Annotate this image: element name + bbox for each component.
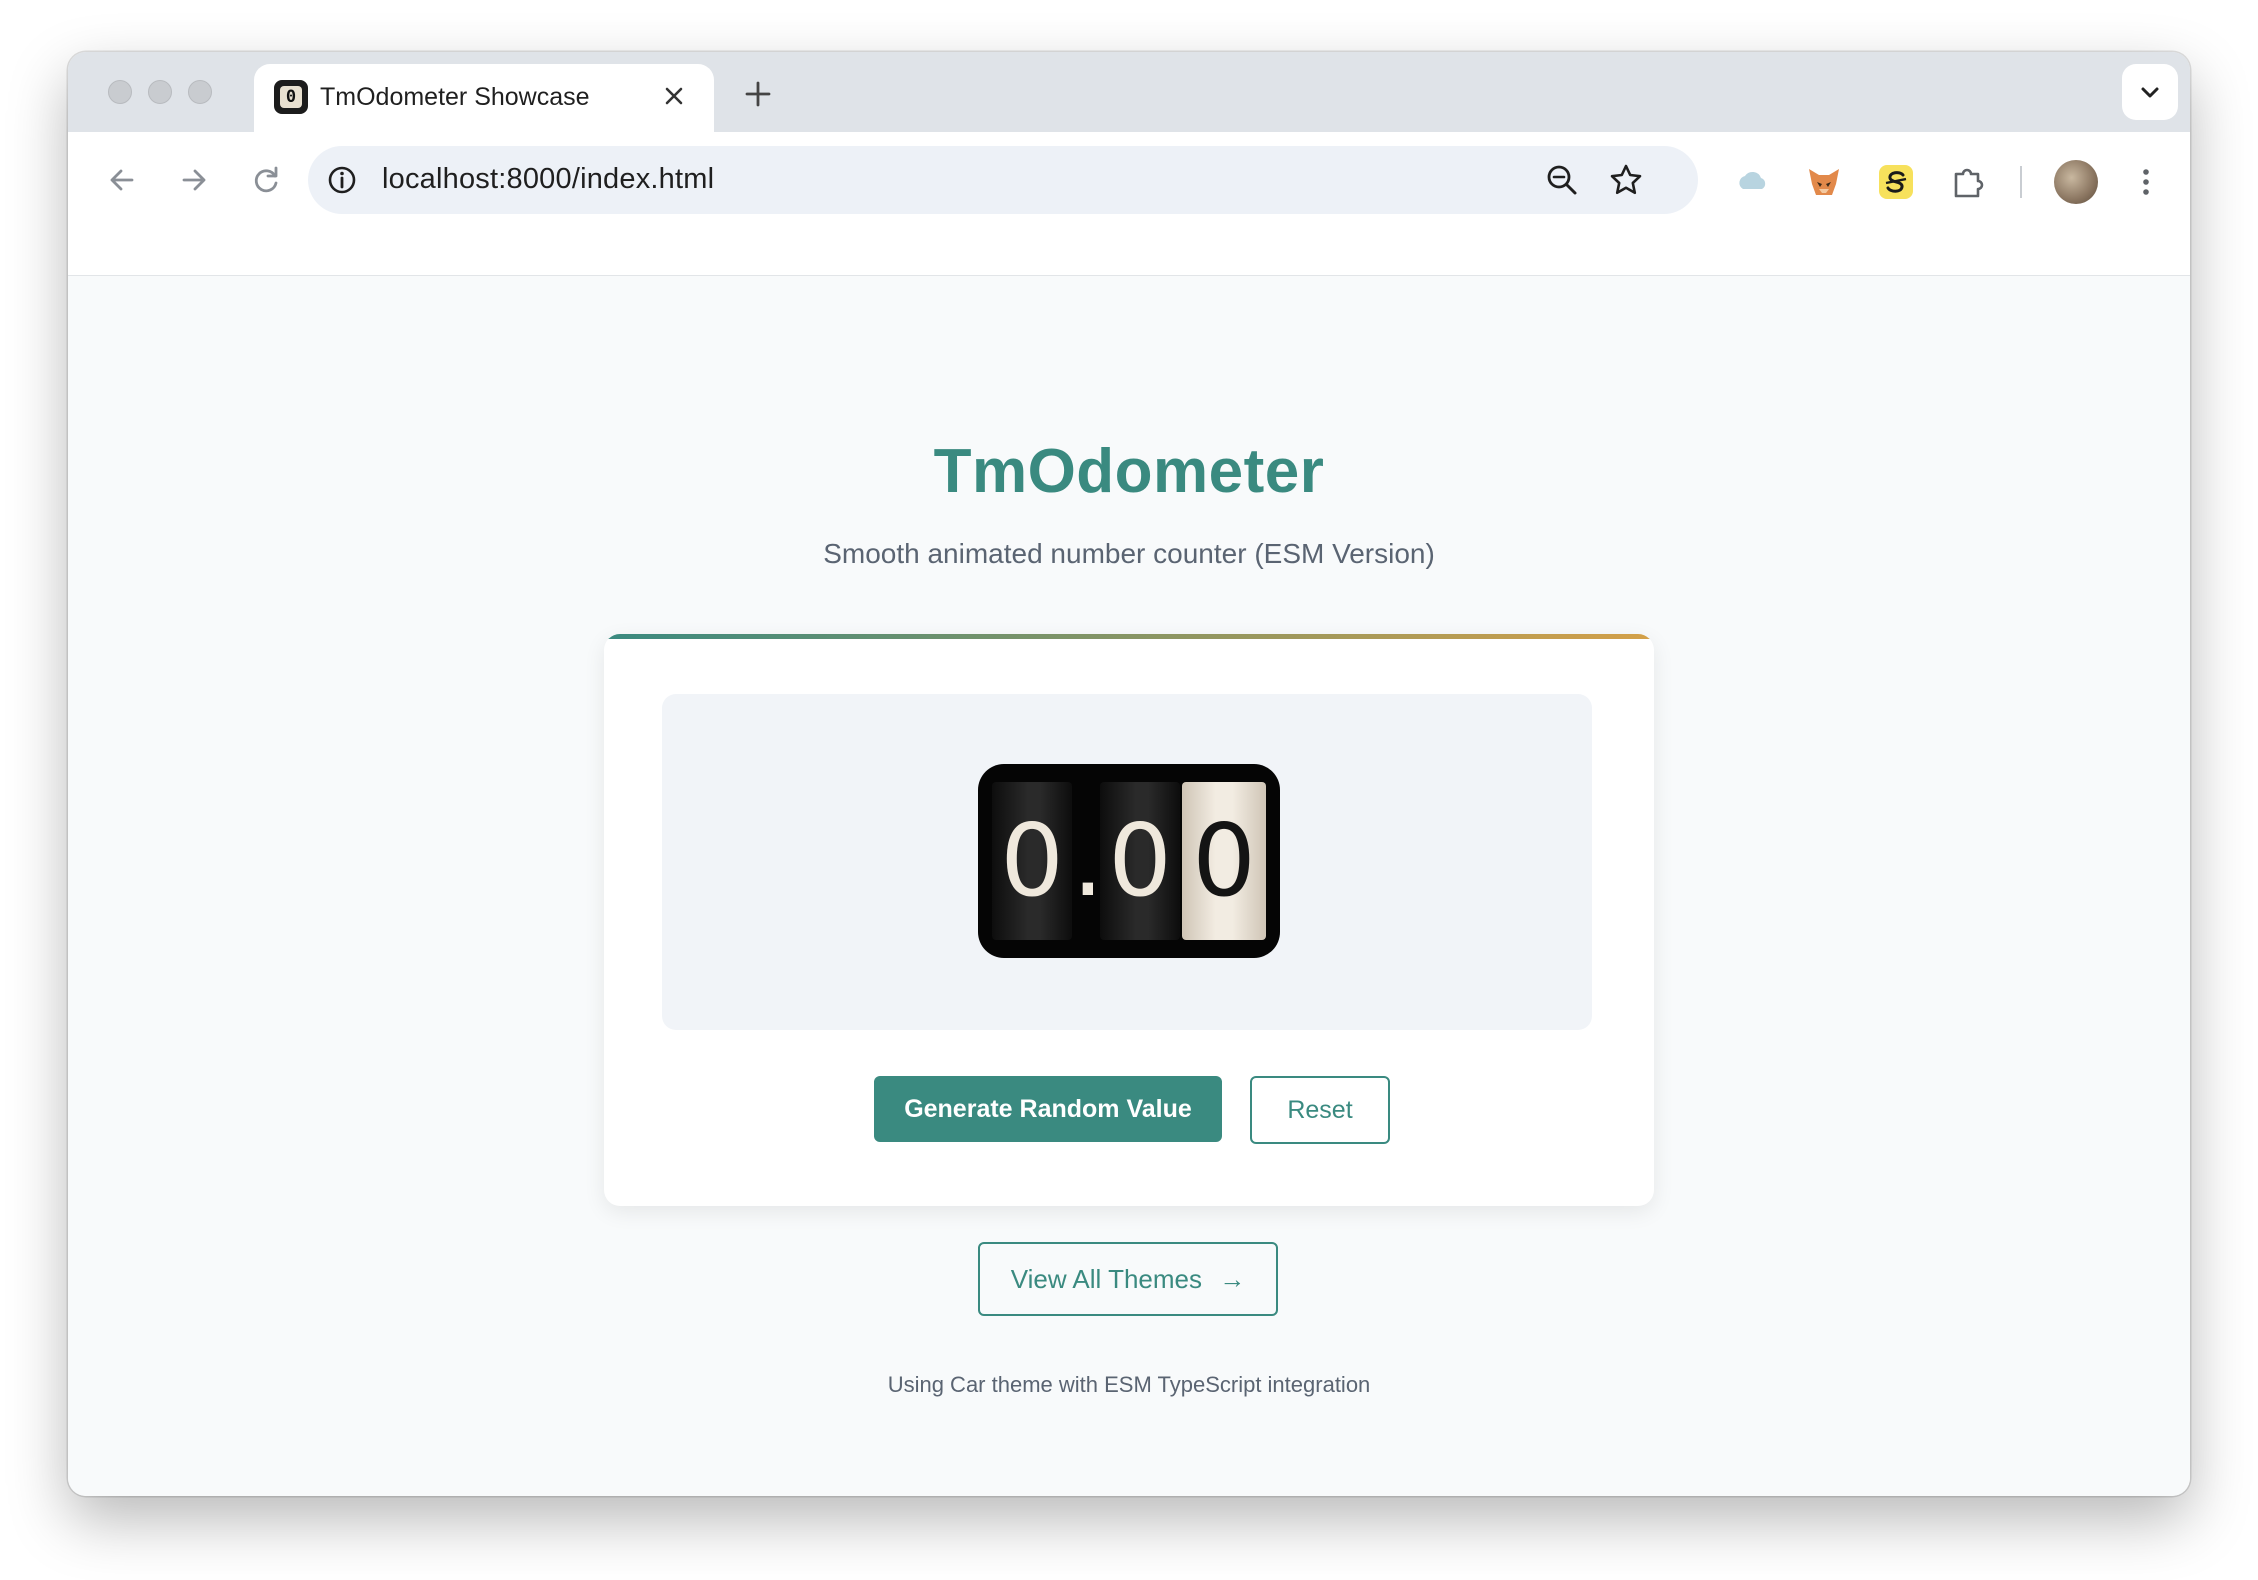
- page-subtitle: Smooth animated number counter (ESM Vers…: [823, 538, 1435, 569]
- minimize-window-button[interactable]: [148, 80, 172, 104]
- odometer-display-area: 0 . 0 0: [662, 694, 1592, 1030]
- odometer-card: 0 . 0 0 Generate Random Value Reset: [604, 634, 1654, 1206]
- arrow-right-icon: →: [1219, 1264, 1246, 1294]
- back-button[interactable]: [94, 152, 150, 208]
- reset-button[interactable]: Reset: [1250, 1076, 1390, 1144]
- odometer-digit-active: 0: [1182, 782, 1266, 940]
- new-tab-icon[interactable]: [736, 72, 780, 116]
- odometer-digit: 0: [1100, 782, 1180, 940]
- maximize-window-button[interactable]: [188, 80, 212, 104]
- generate-random-value-button[interactable]: Generate Random Value: [874, 1076, 1222, 1142]
- close-window-button[interactable]: [108, 80, 132, 104]
- favicon-icon: 0: [274, 80, 308, 114]
- tab-title: TmOdometer Showcase: [320, 83, 590, 111]
- reload-button[interactable]: [238, 152, 294, 208]
- toolbar-divider: [2020, 166, 2022, 198]
- active-tab[interactable]: 0 TmOdometer Showcase: [254, 64, 714, 132]
- page-content: TmOdometer Smooth animated number counte…: [68, 276, 2190, 1496]
- view-all-themes-link[interactable]: View All Themes →: [978, 1242, 1278, 1316]
- odometer-decimal-point: .: [1072, 802, 1104, 919]
- address-bar[interactable]: localhost:8000/index.html: [308, 146, 1698, 214]
- tab-bar: 0 TmOdometer Showcase: [68, 52, 2190, 132]
- tab-close-icon[interactable]: [656, 78, 692, 114]
- url-text[interactable]: localhost:8000/index.html: [382, 163, 714, 196]
- forward-button[interactable]: [166, 152, 222, 208]
- cloud-icon[interactable]: [1732, 162, 1772, 202]
- zoom-out-icon[interactable]: [1542, 160, 1582, 200]
- fox-icon[interactable]: [1804, 162, 1844, 202]
- kebab-menu-icon[interactable]: [2126, 162, 2166, 202]
- page-title: TmOdometer: [933, 437, 1325, 506]
- footer-note: Using Car theme with ESM TypeScript inte…: [887, 1372, 1371, 1397]
- browser-window: 0 TmOdometer Showcase localhost:8000/ind…: [68, 52, 2190, 1496]
- tab-search-button[interactable]: [2122, 64, 2178, 120]
- arrow-right-icon: [182, 169, 206, 191]
- s-logo-icon[interactable]: [1876, 162, 1916, 202]
- avatar[interactable]: [2054, 160, 2098, 204]
- reload-icon: [254, 166, 278, 193]
- card-accent-bar: [604, 634, 1654, 639]
- odometer-digit: 0: [992, 782, 1072, 940]
- chevron-down-icon: [2141, 87, 2159, 98]
- browser-toolbar: localhost:8000/index.html: [68, 132, 2190, 276]
- puzzle-icon[interactable]: [1948, 162, 1988, 202]
- arrow-left-icon: [110, 169, 134, 191]
- info-icon[interactable]: [324, 162, 360, 198]
- star-icon[interactable]: [1606, 160, 1646, 200]
- view-all-themes-label: View All Themes: [1010, 1264, 1202, 1294]
- odometer: 0 . 0 0: [978, 764, 1280, 958]
